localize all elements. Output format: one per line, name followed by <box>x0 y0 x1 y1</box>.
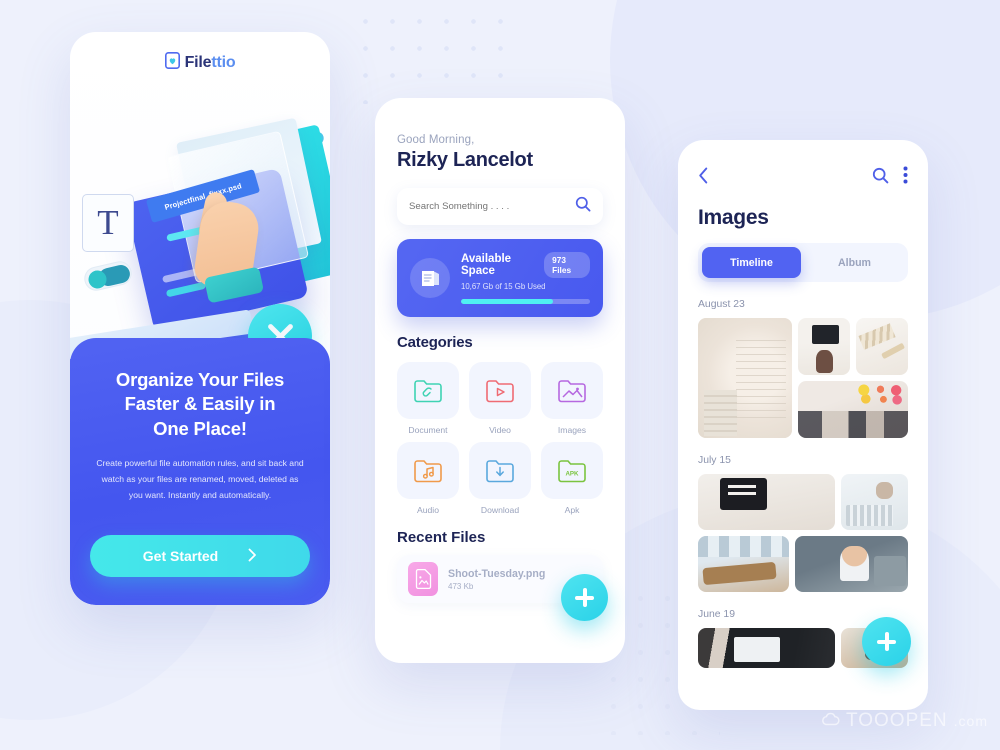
category-item-video[interactable]: Video <box>469 362 531 435</box>
folder-download-icon[interactable] <box>469 442 531 499</box>
category-label: Audio <box>417 505 439 515</box>
folder-document-icon[interactable] <box>397 362 459 419</box>
photo-group-august <box>698 318 908 438</box>
text-tool-icon: T <box>82 194 134 252</box>
category-label: Document <box>408 425 448 435</box>
photo-thumbnail[interactable] <box>698 474 836 530</box>
recent-file-name: Shoot-Tuesday.png <box>448 568 545 580</box>
get-started-label: Get Started <box>142 548 219 564</box>
document-heart-icon <box>164 52 180 74</box>
folder-audio-icon[interactable] <box>397 442 459 499</box>
onboarding-headline: Organize Your Files Faster & Easily in O… <box>115 369 285 439</box>
photo-thumbnail[interactable] <box>698 628 836 668</box>
search-bar[interactable] <box>397 188 603 225</box>
tab-album[interactable]: Album <box>805 247 904 278</box>
add-photo-fab[interactable] <box>862 617 911 666</box>
svg-text:APK: APK <box>565 470 579 477</box>
search-input[interactable] <box>409 201 567 212</box>
chevron-left-icon[interactable] <box>698 167 709 189</box>
photo-thumbnail[interactable] <box>698 318 792 438</box>
category-item-audio[interactable]: Audio <box>397 442 459 515</box>
view-mode-tabs: Timeline Album <box>698 243 908 282</box>
watermark: TOOOPEN .com <box>821 710 988 732</box>
available-space-title: Available Space <box>461 253 512 277</box>
app-logo-text: Filettio <box>184 54 236 71</box>
search-icon[interactable] <box>872 167 889 189</box>
folder-video-icon[interactable] <box>469 362 531 419</box>
app-logo: Filettio <box>70 52 330 74</box>
file-extension: .png <box>522 567 546 580</box>
add-file-fab[interactable] <box>561 574 608 621</box>
date-label-august: August 23 <box>698 299 745 310</box>
category-item-images[interactable]: Images <box>541 362 603 435</box>
dot-grid-top <box>352 8 512 104</box>
photo-group-july <box>698 474 908 592</box>
get-started-button[interactable]: Get Started <box>90 535 310 577</box>
watermark-suffix: .com <box>953 713 988 729</box>
files-count-badge: 973 Files <box>544 252 590 278</box>
image-file-icon <box>408 562 438 596</box>
chevron-right-icon <box>248 548 257 565</box>
storage-progress-bar <box>461 299 590 304</box>
categories-title: Categories <box>397 334 473 351</box>
user-name: Rizky Lancelot <box>397 149 533 171</box>
photo-thumbnail[interactable] <box>798 381 908 438</box>
photo-thumbnail[interactable] <box>798 318 850 375</box>
onboarding-body-text: Create powerful file automation rules, a… <box>96 458 304 500</box>
category-label: Apk <box>564 505 580 515</box>
available-space-card[interactable]: Available Space 973 Files 10,67 Gb of 15… <box>397 239 603 317</box>
date-label-july: July 15 <box>698 455 731 466</box>
folder-apk-icon[interactable]: APK <box>541 442 603 499</box>
file-basename: Shoot-Tuesday <box>448 567 523 580</box>
category-item-download[interactable]: Download <box>469 442 531 515</box>
files-stack-icon <box>410 258 450 298</box>
category-label: Download <box>480 505 520 515</box>
greeting-text: Good Morning, <box>397 134 475 146</box>
watermark-text: TOOOPEN <box>845 710 948 731</box>
category-item-apk[interactable]: APK Apk <box>541 442 603 515</box>
photo-thumbnail[interactable] <box>856 318 908 375</box>
kebab-menu-icon[interactable] <box>903 166 908 189</box>
illustration-toggle-switch <box>81 258 135 294</box>
search-icon[interactable] <box>575 196 591 217</box>
photo-thumbnail[interactable] <box>698 536 789 592</box>
tab-timeline[interactable]: Timeline <box>702 247 801 278</box>
folder-image-icon[interactable] <box>541 362 603 419</box>
onboarding-hero-panel: Organize Your Files Faster & Easily in O… <box>70 338 330 605</box>
photo-thumbnail[interactable] <box>841 474 908 530</box>
category-item-document[interactable]: Document <box>397 362 459 435</box>
category-label: Images <box>557 425 587 435</box>
cloud-icon <box>821 710 840 732</box>
recent-file-size: 473 Kb <box>448 581 474 591</box>
storage-usage-text: 10,67 Gb of 15 Gb Used <box>461 282 546 291</box>
category-label: Video <box>489 425 511 435</box>
recent-files-title: Recent Files <box>397 529 486 546</box>
categories-grid: Document Video Images Audio Download APK… <box>397 362 603 515</box>
photo-thumbnail[interactable] <box>794 536 908 592</box>
images-page-title: Images <box>698 206 769 229</box>
onboarding-screen: Filettio Projectfinal_fixxx.psd T Organi… <box>70 32 330 605</box>
